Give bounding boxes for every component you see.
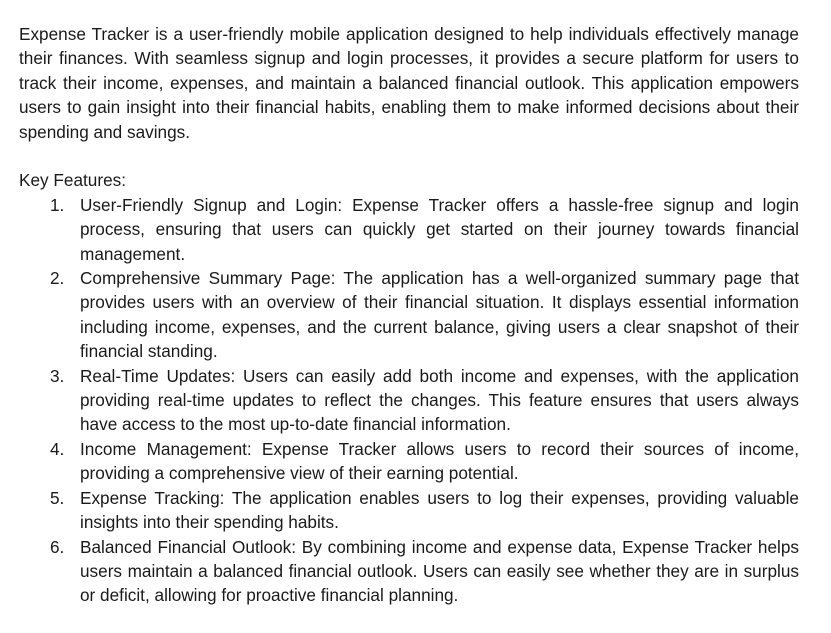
features-list: 1. User-Friendly Signup and Login: Expen… bbox=[19, 193, 799, 608]
list-item: 6. Balanced Financial Outlook: By combin… bbox=[19, 535, 799, 608]
list-item-text: Income Management: Expense Tracker allow… bbox=[80, 438, 799, 484]
list-item-text: Balanced Financial Outlook: By combining… bbox=[80, 536, 799, 606]
list-item: 5. Expense Tracking: The application ena… bbox=[19, 486, 799, 535]
document-body: Expense Tracker is a user-friendly mobil… bbox=[19, 22, 799, 608]
list-item: 1. User-Friendly Signup and Login: Expen… bbox=[19, 193, 799, 266]
list-item-number: 5. bbox=[50, 487, 65, 508]
list-item-number: 3. bbox=[50, 365, 65, 386]
list-item-text: Comprehensive Summary Page: The applicat… bbox=[80, 268, 799, 362]
list-item: 3. Real-Time Updates: Users can easily a… bbox=[19, 364, 799, 437]
list-item-text: Expense Tracking: The application enable… bbox=[80, 487, 799, 533]
list-item-number: 1. bbox=[50, 194, 65, 215]
list-item-number: 6. bbox=[50, 536, 65, 557]
list-item: 4. Income Management: Expense Tracker al… bbox=[19, 437, 799, 486]
list-item-number: 2. bbox=[50, 268, 65, 289]
features-heading: Key Features: bbox=[19, 170, 126, 191]
list-item: 2. Comprehensive Summary Page: The appli… bbox=[19, 266, 799, 364]
list-item-text: Real-Time Updates: Users can easily add … bbox=[80, 365, 799, 435]
list-item-text: User-Friendly Signup and Login: Expense … bbox=[80, 194, 799, 264]
intro-paragraph: Expense Tracker is a user-friendly mobil… bbox=[19, 24, 799, 142]
list-item-number: 4. bbox=[50, 438, 65, 459]
